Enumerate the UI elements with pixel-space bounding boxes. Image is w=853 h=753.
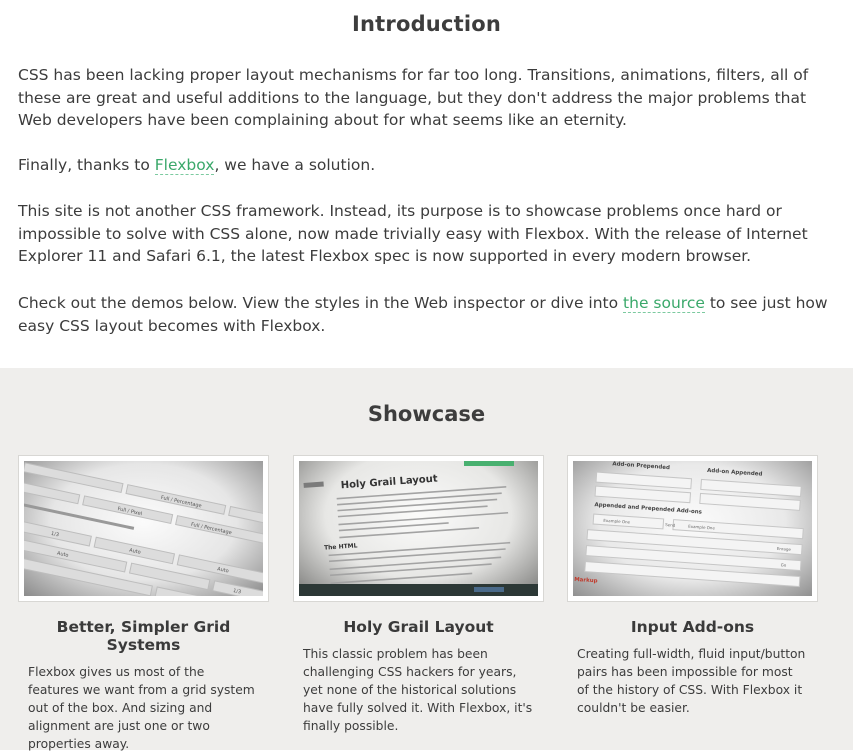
intro-paragraph-1: CSS has been lacking proper layout mecha… (18, 66, 809, 129)
grids-thumbnail[interactable]: Full / Percentage Full / Percentage Full… (18, 455, 269, 602)
showcase-section: Showcase Full / Percentage Full / Percen (0, 368, 853, 753)
intro-paragraph-4: Check out the demos below. View the styl… (18, 292, 840, 337)
holy-grail-thumbnail[interactable]: Holy Grail Layout The HTML (293, 455, 544, 602)
input-addons-thumbnail[interactable]: Add-on Prepended Add-on Appended Appende… (567, 455, 818, 602)
intro-paragraph-3: This site is not another CSS framework. … (18, 202, 808, 265)
grids-screenshot: Full / Percentage Full / Percentage Full… (24, 461, 263, 596)
addons-thumb-label: Go (781, 562, 787, 567)
holy-grail-screenshot-drawing: Holy Grail Layout The HTML (299, 461, 538, 596)
input-addons-screenshot: Add-on Prepended Add-on Appended Appende… (573, 461, 812, 596)
flexbox-link[interactable]: Flexbox (154, 156, 215, 175)
input-addons-card-title[interactable]: Input Add-ons (567, 618, 818, 636)
intro-text: , we have a solution. (214, 156, 376, 174)
showcase-card-grids[interactable]: Full / Percentage Full / Percentage Full… (18, 455, 269, 753)
addons-thumb-label: Add-on Prepended (612, 461, 670, 471)
input-addons-card-description: Creating full-width, fluid input/button … (577, 647, 806, 715)
grids-card-title[interactable]: Better, Simpler Grid Systems (18, 618, 269, 654)
holy-grail-card-title[interactable]: Holy Grail Layout (293, 618, 544, 636)
grids-screenshot-drawing: Full / Percentage Full / Percentage Full… (24, 462, 263, 596)
grids-card-description: Flexbox gives us most of the features we… (28, 665, 255, 751)
introduction-heading: Introduction (351, 12, 502, 36)
addons-thumb-label: Markup (574, 577, 598, 585)
holy-grail-thumb-title: Holy Grail Layout (340, 474, 438, 492)
addons-thumb-label: Add-on Appended (707, 468, 763, 478)
addons-thumb-label: Appended and Prepended Add-ons (594, 502, 703, 516)
introduction-section: Introduction CSS has been lacking proper… (0, 0, 853, 368)
intro-paragraph-2: Finally, thanks to Flexbox, we have a so… (18, 154, 840, 177)
showcase-card-holy-grail[interactable]: Holy Grail Layout The HTML Holy Grail La… (293, 455, 544, 735)
input-addons-screenshot-drawing: Add-on Prepended Add-on Appended Appende… (574, 461, 804, 588)
addons-thumb-label: Send (665, 522, 676, 528)
holy-grail-thumb-heading: The HTML (324, 542, 358, 551)
addons-thumb-label: Enrage (777, 546, 792, 552)
intro-text: Finally, thanks to (18, 156, 155, 174)
holy-grail-screenshot: Holy Grail Layout The HTML (299, 461, 538, 596)
source-link[interactable]: the source (623, 294, 705, 313)
intro-text: Check out the demos below. View the styl… (18, 294, 624, 312)
holy-grail-card-description: This classic problem has been challengin… (303, 647, 533, 733)
showcase-card-input-addons[interactable]: Add-on Prepended Add-on Appended Appende… (567, 455, 818, 717)
showcase-heading: Showcase (367, 402, 486, 426)
